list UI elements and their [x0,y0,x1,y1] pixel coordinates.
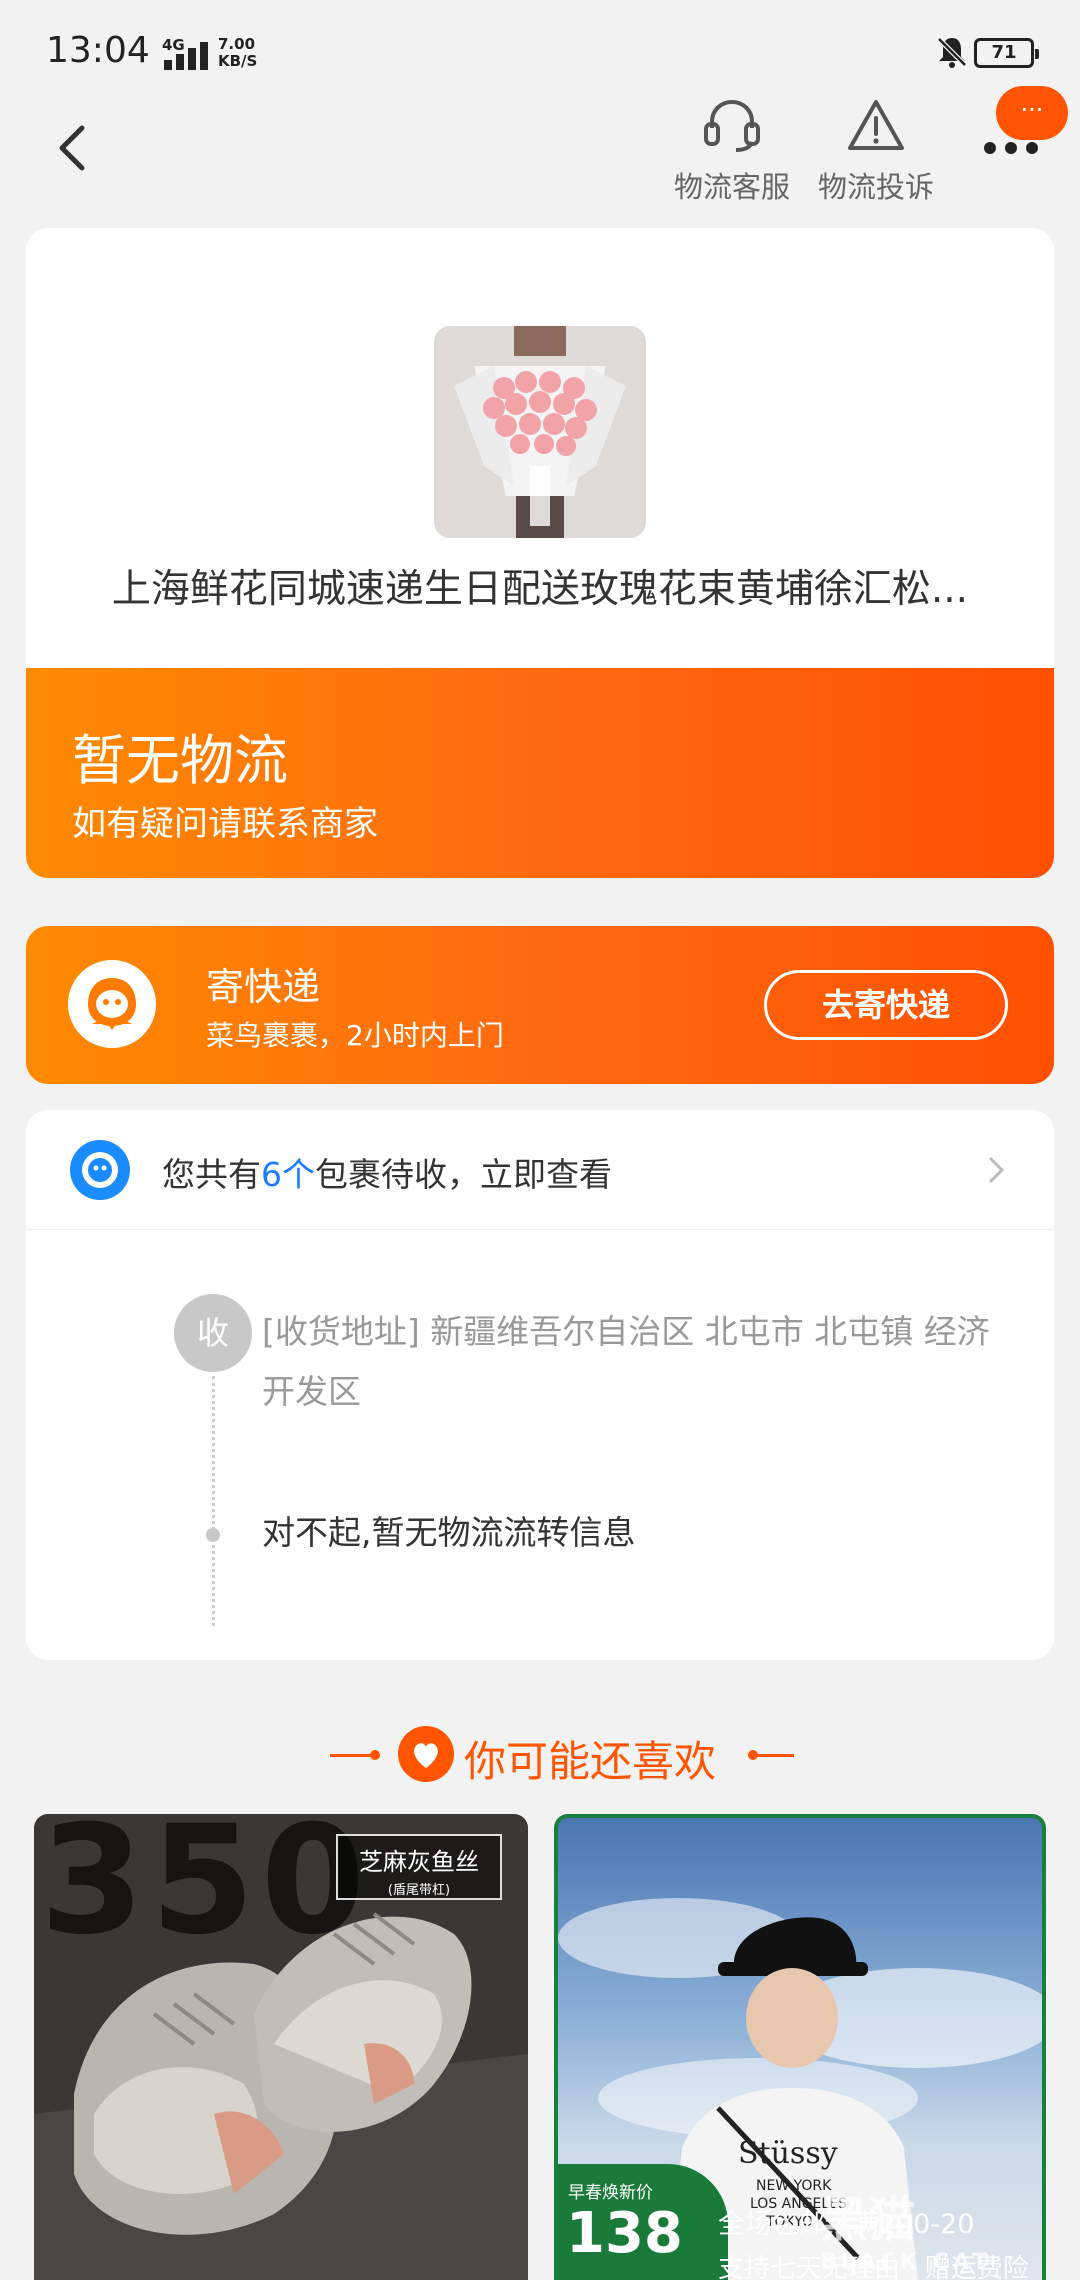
product-title[interactable]: 上海鲜花同城速递生日配送玫瑰花束黄埔徐汇松... [26,558,1054,614]
message-badge[interactable]: ··· [996,86,1068,140]
logistics-complaint-button[interactable]: 物流投诉 [816,96,936,206]
dot [1026,142,1038,154]
logistics-status-banner: 暂无物流 如有疑问请联系商家 [26,668,1054,878]
back-button[interactable] [50,118,100,178]
recommend-title: 你可能还喜欢 [464,1737,717,1786]
signal-bar [164,60,172,70]
bell-muted-icon [937,37,967,68]
recommend-item-sneakers[interactable]: 350 芝麻灰鱼丝 (盾尾带杠) [34,1814,528,2280]
package-bird-icon [70,1140,130,1200]
pending-packages-row[interactable]: 您共有6个包裹待收，立即查看 [26,1110,1054,1230]
warning-icon [848,100,904,150]
status-time: 13:04 [46,30,150,71]
price-panel: 早春焕新价 138 [558,2164,728,2280]
price-value: 138 [566,2201,683,2266]
divider-line [330,1754,370,1757]
watermark-main: 黑猫 [820,2192,917,2248]
receive-badge: 收 [174,1294,252,1372]
pending-prefix: 您共有 [162,1155,261,1194]
no-logistics-info: 对不起,暂无物流流转信息 [262,1513,636,1552]
logistics-status-subtitle: 如有疑问请联系商家 [72,804,378,844]
battery-icon: 71 [974,38,1039,68]
logistics-service-label: 物流客服 [673,170,790,204]
timeline-dot [206,1528,220,1542]
pending-packages-text: 您共有6个包裹待收，立即查看 [162,1148,612,1196]
express-card: 寄快递 菜鸟裹裹，2小时内上门 去寄快递 [26,926,1054,1084]
network-type: 4G [162,36,185,54]
signal-bar [200,42,208,70]
signal-bar [188,48,196,70]
black-cat-watermark: 黑猫 BLACK CAT [820,2180,1080,2280]
network-indicator: 4G 7.00 KB/S [150,36,270,76]
send-express-button[interactable]: 去寄快递 [764,970,1008,1040]
timeline-connector [212,1376,215,1626]
logistics-status-title: 暂无物流 [72,729,288,792]
shipping-address: [收货地址] 新疆维吾尔自治区 北屯市 北屯镇 经济开发区 [262,1312,990,1411]
product-thumbnail[interactable] [434,326,646,538]
status-bar: 13:04 4G 7.00 KB/S 71 [0,0,1080,100]
logistics-service-button[interactable]: 物流客服 [672,96,792,206]
net-speed-value: 7.00 [218,35,256,53]
chevron-right-icon [988,1156,1005,1184]
pending-count: 6个 [261,1155,315,1194]
dot [1005,142,1017,154]
recommend-header: 你可能还喜欢 [0,1720,1080,1790]
logistics-detail-card: 您共有6个包裹待收，立即查看 收 [收货地址] 新疆维吾尔自治区 北屯市 北屯镇… [26,1110,1054,1660]
stamp-title: 芝麻灰鱼丝 [359,1848,479,1876]
express-subtitle: 菜鸟裹裹，2小时内上门 [206,1019,504,1052]
product-stamp: 芝麻灰鱼丝 (盾尾带杠) [336,1834,502,1900]
net-speed: 7.00 KB/S [218,36,257,70]
dot [984,142,996,154]
divider-line [754,1754,794,1757]
logistics-complaint-label: 物流投诉 [817,170,934,204]
cainiao-logo-icon [68,960,156,1048]
headset-icon [704,99,760,152]
product-card: 上海鲜花同城速递生日配送玫瑰花束黄埔徐汇松... 暂无物流 如有疑问请联系商家 [26,228,1054,878]
signal-bar [176,54,184,70]
heart-icon [398,1726,454,1782]
watermark-sub: BLACK CAT [820,2250,992,2275]
bouquet-image [434,326,646,538]
divider-dot [370,1750,380,1760]
pending-suffix: 包裹待收，立即查看 [315,1155,612,1194]
express-title: 寄快递 [206,965,321,1009]
stamp-subtitle: (盾尾带杠) [387,1883,451,1898]
net-speed-unit: KB/S [218,52,258,70]
svg-text:Stüssy: Stüssy [738,2136,838,2171]
price-label: 早春焕新价 [568,2183,653,2203]
